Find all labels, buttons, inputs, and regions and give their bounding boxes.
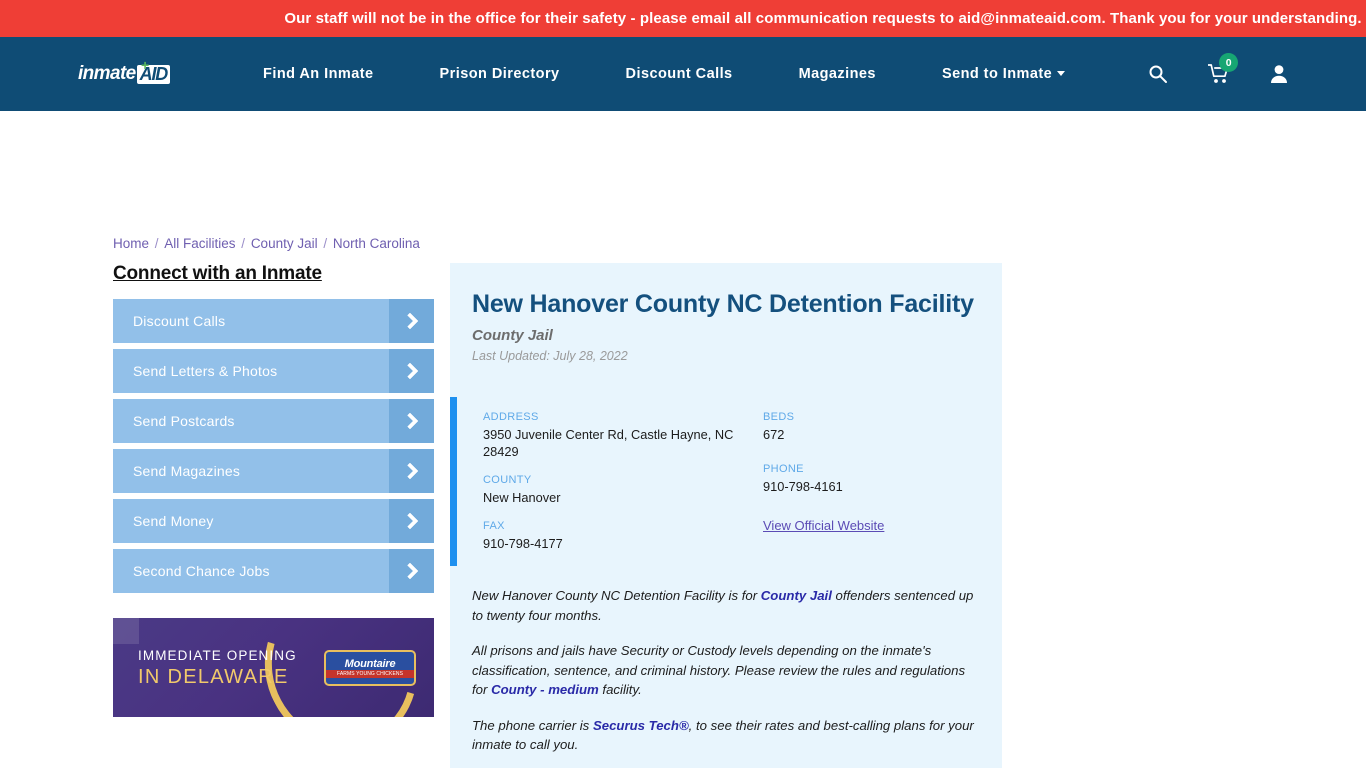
nav-item-label: Send to Inmate [941, 66, 1053, 82]
plus-icon: + [141, 57, 150, 73]
page-body: Home / All Facilities / County Jail / No… [0, 111, 1366, 768]
sidebar-item-label: Send Postcards [133, 413, 235, 429]
nav-item-send-to-inmate[interactable]: Send to Inmate [909, 66, 1098, 82]
ad-brand-tagline: FARMS YOUNG CHICKENS [326, 670, 414, 678]
breadcrumb-separator: / [237, 236, 249, 251]
desc-p2-text-b: facility. [598, 682, 642, 698]
sidebar-item-label: Send Magazines [133, 463, 241, 479]
phone-value: 910-798-4161 [763, 479, 843, 495]
description-paragraph-1: New Hanover County NC Detention Facility… [472, 586, 976, 625]
info-group-website: View Official Website [763, 517, 993, 535]
main-navbar: inmate AID + Find An Inmate Prison Direc… [0, 37, 1366, 111]
desc-p1-link-county-jail[interactable]: County Jail [761, 588, 832, 603]
breadcrumb-item-all-facilities[interactable]: All Facilities [164, 236, 235, 251]
sidebar-item-second-chance-jobs[interactable]: Second Chance Jobs [113, 549, 434, 593]
ad-brand-logo: Mountaire FARMS YOUNG CHICKENS [324, 650, 416, 686]
breadcrumb-item-county-jail[interactable]: County Jail [251, 236, 318, 251]
logo-word: inmate [78, 63, 136, 84]
phone-label: PHONE [763, 463, 804, 476]
desc-p1-text-a: New Hanover County NC Detention Facility… [472, 588, 761, 604]
search-icon[interactable] [1148, 64, 1168, 84]
chevron-right-icon [389, 399, 434, 443]
facility-type: County Jail [472, 327, 553, 344]
info-group-address: ADDRESS 3950 Juvenile Center Rd, Castle … [483, 411, 763, 460]
cart-icon[interactable]: 0 [1208, 53, 1239, 84]
desc-p3-text-a: The phone carrier is [472, 717, 593, 733]
nav-item-label: Discount Calls [625, 66, 733, 82]
breadcrumb-item-north-carolina[interactable]: North Carolina [333, 236, 420, 251]
info-group-fax: FAX 910-798-4177 [483, 520, 763, 552]
address-value: 3950 Juvenile Center Rd, Castle Hayne, N… [483, 427, 734, 460]
info-group-county: COUNTY New Hanover [483, 474, 763, 506]
ad-corner-accent [113, 618, 139, 644]
official-website-link[interactable]: View Official Website [763, 518, 884, 533]
nav-item-prison-directory[interactable]: Prison Directory [407, 66, 593, 82]
ad-text-block: IMMEDIATE OPENING IN DELAWARE [138, 648, 297, 690]
nav-icon-group: 0 [1148, 53, 1288, 84]
county-label: COUNTY [483, 474, 532, 487]
sidebar: Connect with an Inmate Discount Calls Se… [113, 263, 434, 599]
beds-value: 672 [763, 427, 785, 442]
sidebar-item-send-postcards[interactable]: Send Postcards [113, 399, 434, 443]
chevron-right-icon [389, 549, 434, 593]
chevron-right-icon [389, 299, 434, 343]
chevron-down-icon [1057, 71, 1066, 76]
last-updated: Last Updated: July 28, 2022 [472, 349, 628, 363]
breadcrumb: Home / All Facilities / County Jail / No… [113, 236, 420, 251]
info-group-phone: PHONE 910-798-4161 [763, 463, 993, 495]
sidebar-item-send-money[interactable]: Send Money [113, 499, 434, 543]
facility-description: New Hanover County NC Detention Facility… [450, 586, 1002, 768]
sidebar-item-label: Send Money [133, 513, 214, 529]
breadcrumb-separator: / [319, 236, 331, 251]
sidebar-item-send-magazines[interactable]: Send Magazines [113, 449, 434, 493]
info-column-right: BEDS 672 PHONE 910-798-4161 View Officia… [763, 411, 993, 552]
county-value: New Hanover [483, 490, 561, 506]
facility-info-box: ADDRESS 3950 Juvenile Center Rd, Castle … [450, 397, 1002, 567]
user-icon[interactable] [1270, 64, 1288, 84]
fax-value: 910-798-4177 [483, 536, 563, 552]
facility-panel: New Hanover County NC Detention Facility… [450, 263, 1002, 768]
chevron-right-icon [389, 449, 434, 493]
sidebar-item-discount-calls[interactable]: Discount Calls [113, 299, 434, 343]
beds-label: BEDS [763, 411, 795, 423]
breadcrumb-separator: / [151, 236, 163, 251]
sidebar-advertisement[interactable]: IMMEDIATE OPENING IN DELAWARE Mountaire … [113, 618, 434, 717]
info-group-beds: BEDS 672 [763, 411, 993, 443]
nav-item-label: Find An Inmate [263, 66, 374, 82]
page-title: New Hanover County NC Detention Facility [472, 290, 974, 318]
info-column-left: ADDRESS 3950 Juvenile Center Rd, Castle … [483, 411, 763, 552]
alert-banner: Our staff will not be in the office for … [0, 0, 1366, 37]
nav-item-magazines[interactable]: Magazines [766, 66, 909, 82]
ad-headline-1: IMMEDIATE OPENING [138, 648, 297, 663]
chevron-right-icon [389, 499, 434, 543]
ad-headline-2: IN DELAWARE [138, 665, 289, 688]
chevron-right-icon [389, 349, 434, 393]
ad-brand-name: Mountaire [344, 658, 396, 670]
nav-item-find-an-inmate[interactable]: Find An Inmate [230, 66, 406, 82]
alert-banner-text: Our staff will not be in the office for … [284, 10, 1362, 27]
breadcrumb-item-home[interactable]: Home [113, 236, 149, 251]
sidebar-item-label: Discount Calls [133, 313, 226, 329]
nav-item-label: Magazines [798, 66, 876, 82]
address-label: ADDRESS [483, 411, 539, 423]
sidebar-item-label: Second Chance Jobs [133, 563, 270, 579]
nav-item-label: Prison Directory [439, 66, 560, 82]
cart-count-badge: 0 [1219, 53, 1239, 72]
desc-p2-link-county-medium[interactable]: County - medium [491, 682, 599, 697]
fax-label: FAX [483, 520, 505, 533]
sidebar-heading: Connect with an Inmate [113, 263, 322, 284]
site-logo[interactable]: inmate AID + [78, 58, 171, 85]
sidebar-item-label: Send Letters & Photos [133, 363, 278, 379]
nav-item-discount-calls[interactable]: Discount Calls [593, 66, 766, 82]
sidebar-item-send-letters-photos[interactable]: Send Letters & Photos [113, 349, 434, 393]
nav-links: Find An Inmate Prison Directory Discount… [230, 66, 1098, 82]
desc-p3-link-securus-tech[interactable]: Securus Tech® [593, 718, 689, 733]
description-paragraph-3: The phone carrier is Securus Tech®, to s… [472, 716, 976, 755]
description-paragraph-2: All prisons and jails have Security or C… [472, 641, 976, 700]
